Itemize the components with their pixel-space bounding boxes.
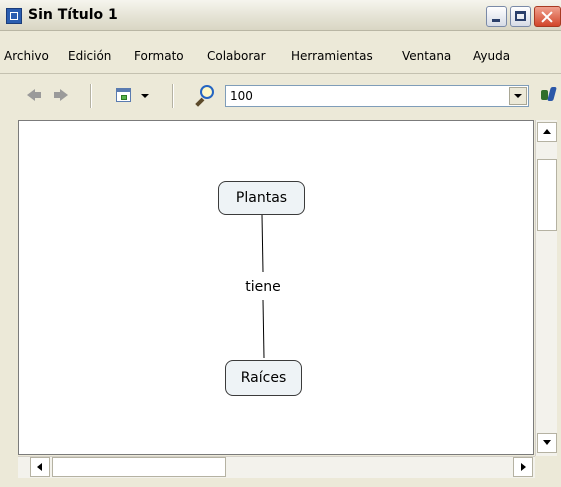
linking-phrase[interactable]: tiene — [238, 279, 288, 295]
scrollbar-corner — [535, 456, 557, 478]
horizontal-scroll-thumb[interactable] — [52, 457, 226, 477]
connector-line-bottom — [262, 299, 265, 359]
scroll-right-button[interactable] — [513, 457, 533, 477]
scroll-up-button[interactable] — [537, 122, 557, 142]
concept-raices[interactable]: Raíces — [225, 360, 302, 396]
scroll-down-button[interactable] — [537, 433, 557, 453]
vertical-scroll-thumb[interactable] — [537, 159, 557, 231]
concept-plantas[interactable]: Plantas — [218, 181, 305, 215]
scroll-left-button[interactable] — [30, 457, 50, 477]
connector-line-top — [261, 214, 264, 273]
connector-lines — [261, 214, 265, 359]
